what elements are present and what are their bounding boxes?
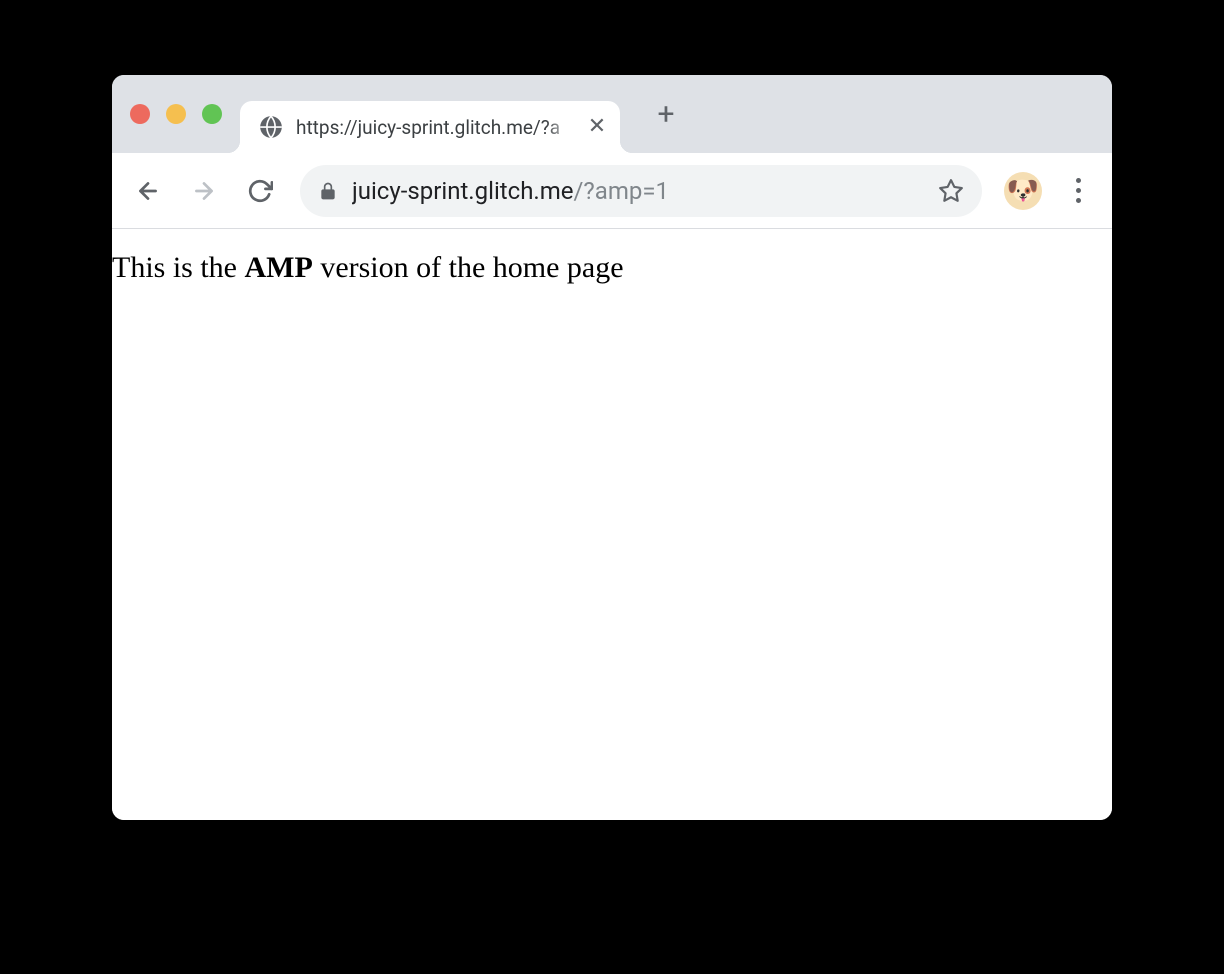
browser-window: https://juicy-sprint.glitch.me/?a ✕ + [112,75,1112,820]
browser-tab[interactable]: https://juicy-sprint.glitch.me/?a ✕ [240,101,620,153]
page-body-text: This is the AMP version of the home page [112,247,1112,289]
text-prefix: This is the [112,251,245,284]
forward-button[interactable] [180,167,228,215]
back-button[interactable] [124,167,172,215]
url-text: juicy-sprint.glitch.me/?amp=1 [352,177,924,205]
new-tab-button[interactable]: + [644,92,688,136]
reload-button[interactable] [236,167,284,215]
profile-avatar[interactable]: 🐶 [1004,172,1042,210]
text-suffix: version of the home page [313,251,624,284]
maximize-window-button[interactable] [202,104,222,124]
globe-icon [258,114,284,140]
url-path: /?amp=1 [574,177,669,205]
minimize-window-button[interactable] [166,104,186,124]
window-controls [130,104,222,124]
kebab-menu-icon[interactable] [1056,169,1100,213]
avatar-emoji: 🐶 [1007,176,1039,206]
tab-title: https://juicy-sprint.glitch.me/?a [296,116,574,139]
text-bold: AMP [245,251,313,284]
page-content: This is the AMP version of the home page [112,229,1112,820]
bookmark-star-icon[interactable] [938,178,964,204]
lock-icon[interactable] [318,181,338,201]
toolbar: juicy-sprint.glitch.me/?amp=1 🐶 [112,153,1112,229]
url-domain: juicy-sprint.glitch.me [352,177,574,205]
tab-bar: https://juicy-sprint.glitch.me/?a ✕ + [112,75,1112,153]
close-window-button[interactable] [130,104,150,124]
close-tab-icon[interactable]: ✕ [586,116,608,138]
address-bar[interactable]: juicy-sprint.glitch.me/?amp=1 [300,165,982,217]
